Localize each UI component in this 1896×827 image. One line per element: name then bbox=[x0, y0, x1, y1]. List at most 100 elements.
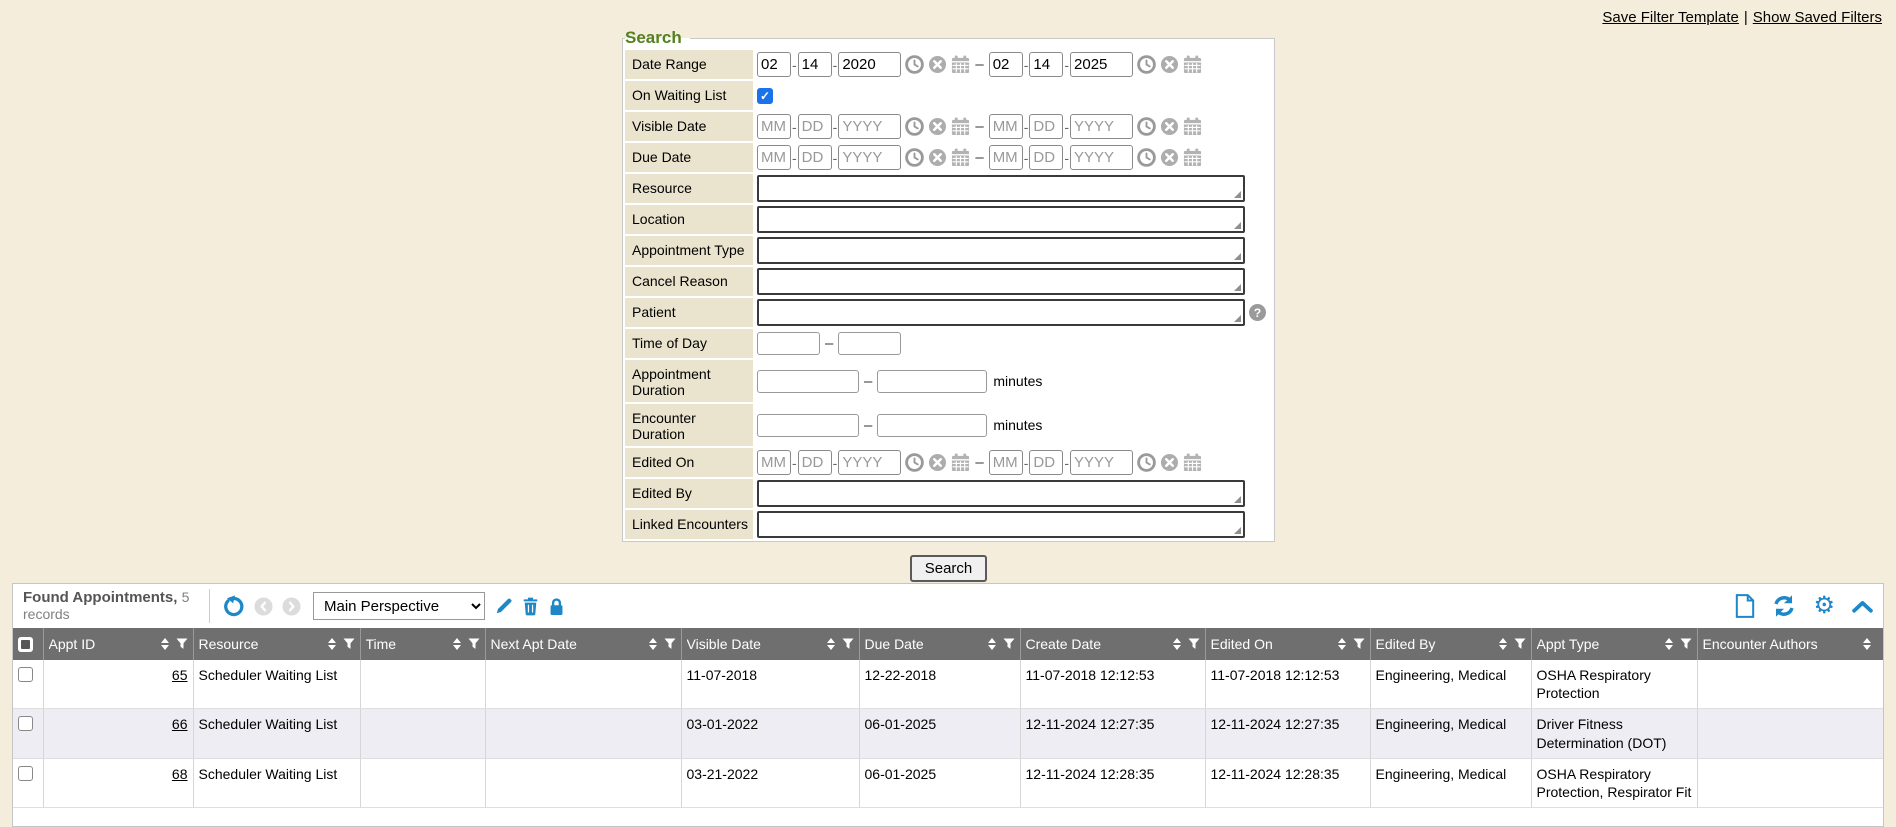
date-range-end-day-input[interactable] bbox=[1029, 52, 1063, 77]
linked-encounters-input[interactable] bbox=[757, 511, 1245, 538]
filter-icon[interactable] bbox=[664, 638, 676, 650]
visible-date-start-day-input[interactable] bbox=[798, 114, 832, 139]
filter-icon[interactable] bbox=[468, 638, 480, 650]
sort-icon[interactable] bbox=[161, 638, 169, 650]
previous-page-icon[interactable] bbox=[254, 597, 273, 616]
show-saved-filters-link[interactable]: Show Saved Filters bbox=[1753, 9, 1882, 26]
encounter-duration-min-input[interactable] bbox=[757, 414, 859, 437]
due-date-start-year-input[interactable] bbox=[838, 145, 901, 170]
row-checkbox[interactable] bbox=[18, 667, 33, 682]
sort-icon[interactable] bbox=[328, 638, 336, 650]
calendar-icon[interactable] bbox=[951, 453, 970, 472]
clock-icon[interactable] bbox=[1137, 117, 1156, 136]
column-header-visible-date[interactable]: Visible Date bbox=[681, 628, 859, 660]
filter-icon[interactable] bbox=[1353, 638, 1365, 650]
filter-icon[interactable] bbox=[842, 638, 854, 650]
edited-on-end-month-input[interactable] bbox=[989, 450, 1023, 475]
delete-perspective-icon[interactable] bbox=[522, 597, 539, 616]
sort-icon[interactable] bbox=[1665, 638, 1673, 650]
sort-icon[interactable] bbox=[453, 638, 461, 650]
column-header-edited-by[interactable]: Edited By bbox=[1370, 628, 1531, 660]
row-checkbox[interactable] bbox=[18, 716, 33, 731]
collapse-chevron-icon[interactable] bbox=[1852, 600, 1873, 613]
edited-on-start-day-input[interactable] bbox=[798, 450, 832, 475]
column-header-appt-id[interactable]: Appt ID bbox=[43, 628, 193, 660]
date-range-end-month-input[interactable] bbox=[989, 52, 1023, 77]
clock-icon[interactable] bbox=[1137, 453, 1156, 472]
time-of-day-end-input[interactable] bbox=[838, 332, 901, 355]
sort-icon[interactable] bbox=[1863, 638, 1871, 650]
column-header-create-date[interactable]: Create Date bbox=[1020, 628, 1205, 660]
time-of-day-start-input[interactable] bbox=[757, 332, 820, 355]
date-range-start-year-input[interactable] bbox=[838, 52, 901, 77]
clear-icon[interactable] bbox=[1160, 148, 1179, 167]
filter-icon[interactable] bbox=[1188, 638, 1200, 650]
sort-icon[interactable] bbox=[827, 638, 835, 650]
perspective-select[interactable]: Main Perspective bbox=[313, 592, 485, 620]
sort-icon[interactable] bbox=[988, 638, 996, 650]
edited-on-start-year-input[interactable] bbox=[838, 450, 901, 475]
appt-id-link[interactable]: 68 bbox=[172, 766, 188, 782]
filter-icon[interactable] bbox=[1003, 638, 1015, 650]
due-date-start-month-input[interactable] bbox=[757, 145, 791, 170]
clock-icon[interactable] bbox=[1137, 55, 1156, 74]
calendar-icon[interactable] bbox=[1183, 453, 1202, 472]
clear-icon[interactable] bbox=[928, 453, 947, 472]
row-checkbox[interactable] bbox=[18, 766, 33, 781]
visible-date-start-year-input[interactable] bbox=[838, 114, 901, 139]
resource-input[interactable] bbox=[757, 175, 1245, 202]
visible-date-end-day-input[interactable] bbox=[1029, 114, 1063, 139]
settings-gear-icon[interactable]: ⚙ bbox=[1813, 594, 1835, 618]
column-header-due-date[interactable]: Due Date bbox=[859, 628, 1020, 660]
column-header-appt-type[interactable]: Appt Type bbox=[1531, 628, 1697, 660]
clock-icon[interactable] bbox=[905, 117, 924, 136]
date-range-end-year-input[interactable] bbox=[1070, 52, 1133, 77]
select-all-checkbox[interactable] bbox=[18, 637, 33, 652]
filter-icon[interactable] bbox=[343, 638, 355, 650]
clear-icon[interactable] bbox=[1160, 117, 1179, 136]
appointment-type-input[interactable] bbox=[757, 237, 1245, 264]
column-header-select-all[interactable] bbox=[13, 628, 43, 660]
column-header-time[interactable]: Time bbox=[360, 628, 485, 660]
clear-icon[interactable] bbox=[928, 148, 947, 167]
clock-icon[interactable] bbox=[905, 55, 924, 74]
due-date-start-day-input[interactable] bbox=[798, 145, 832, 170]
clear-icon[interactable] bbox=[928, 55, 947, 74]
clock-icon[interactable] bbox=[905, 453, 924, 472]
calendar-icon[interactable] bbox=[1183, 55, 1202, 74]
due-date-end-month-input[interactable] bbox=[989, 145, 1023, 170]
visible-date-end-month-input[interactable] bbox=[989, 114, 1023, 139]
filter-icon[interactable] bbox=[1680, 638, 1692, 650]
next-page-icon[interactable] bbox=[282, 597, 301, 616]
edited-on-end-year-input[interactable] bbox=[1070, 450, 1133, 475]
undo-icon[interactable] bbox=[222, 595, 245, 618]
location-input[interactable] bbox=[757, 206, 1245, 233]
edited-by-input[interactable] bbox=[757, 480, 1245, 507]
sort-icon[interactable] bbox=[1173, 638, 1181, 650]
clock-icon[interactable] bbox=[905, 148, 924, 167]
due-date-end-day-input[interactable] bbox=[1029, 145, 1063, 170]
clear-icon[interactable] bbox=[928, 117, 947, 136]
edited-on-start-month-input[interactable] bbox=[757, 450, 791, 475]
date-range-start-month-input[interactable] bbox=[757, 52, 791, 77]
lock-perspective-icon[interactable] bbox=[548, 597, 565, 616]
save-filter-template-link[interactable]: Save Filter Template bbox=[1602, 9, 1738, 26]
on-waiting-list-checkbox[interactable]: ✓ bbox=[757, 88, 773, 104]
calendar-icon[interactable] bbox=[951, 55, 970, 74]
due-date-end-year-input[interactable] bbox=[1070, 145, 1133, 170]
visible-date-start-month-input[interactable] bbox=[757, 114, 791, 139]
sort-icon[interactable] bbox=[649, 638, 657, 650]
search-button[interactable]: Search bbox=[910, 555, 988, 582]
visible-date-end-year-input[interactable] bbox=[1070, 114, 1133, 139]
column-header-next-apt-date[interactable]: Next Apt Date bbox=[485, 628, 681, 660]
appointment-duration-min-input[interactable] bbox=[757, 370, 859, 393]
appt-id-link[interactable]: 66 bbox=[172, 716, 188, 732]
calendar-icon[interactable] bbox=[951, 117, 970, 136]
appointment-duration-max-input[interactable] bbox=[877, 370, 987, 393]
calendar-icon[interactable] bbox=[951, 148, 970, 167]
calendar-icon[interactable] bbox=[1183, 148, 1202, 167]
date-range-start-day-input[interactable] bbox=[798, 52, 832, 77]
appt-id-link[interactable]: 65 bbox=[172, 667, 188, 683]
filter-icon[interactable] bbox=[176, 638, 188, 650]
new-document-icon[interactable] bbox=[1735, 594, 1755, 618]
